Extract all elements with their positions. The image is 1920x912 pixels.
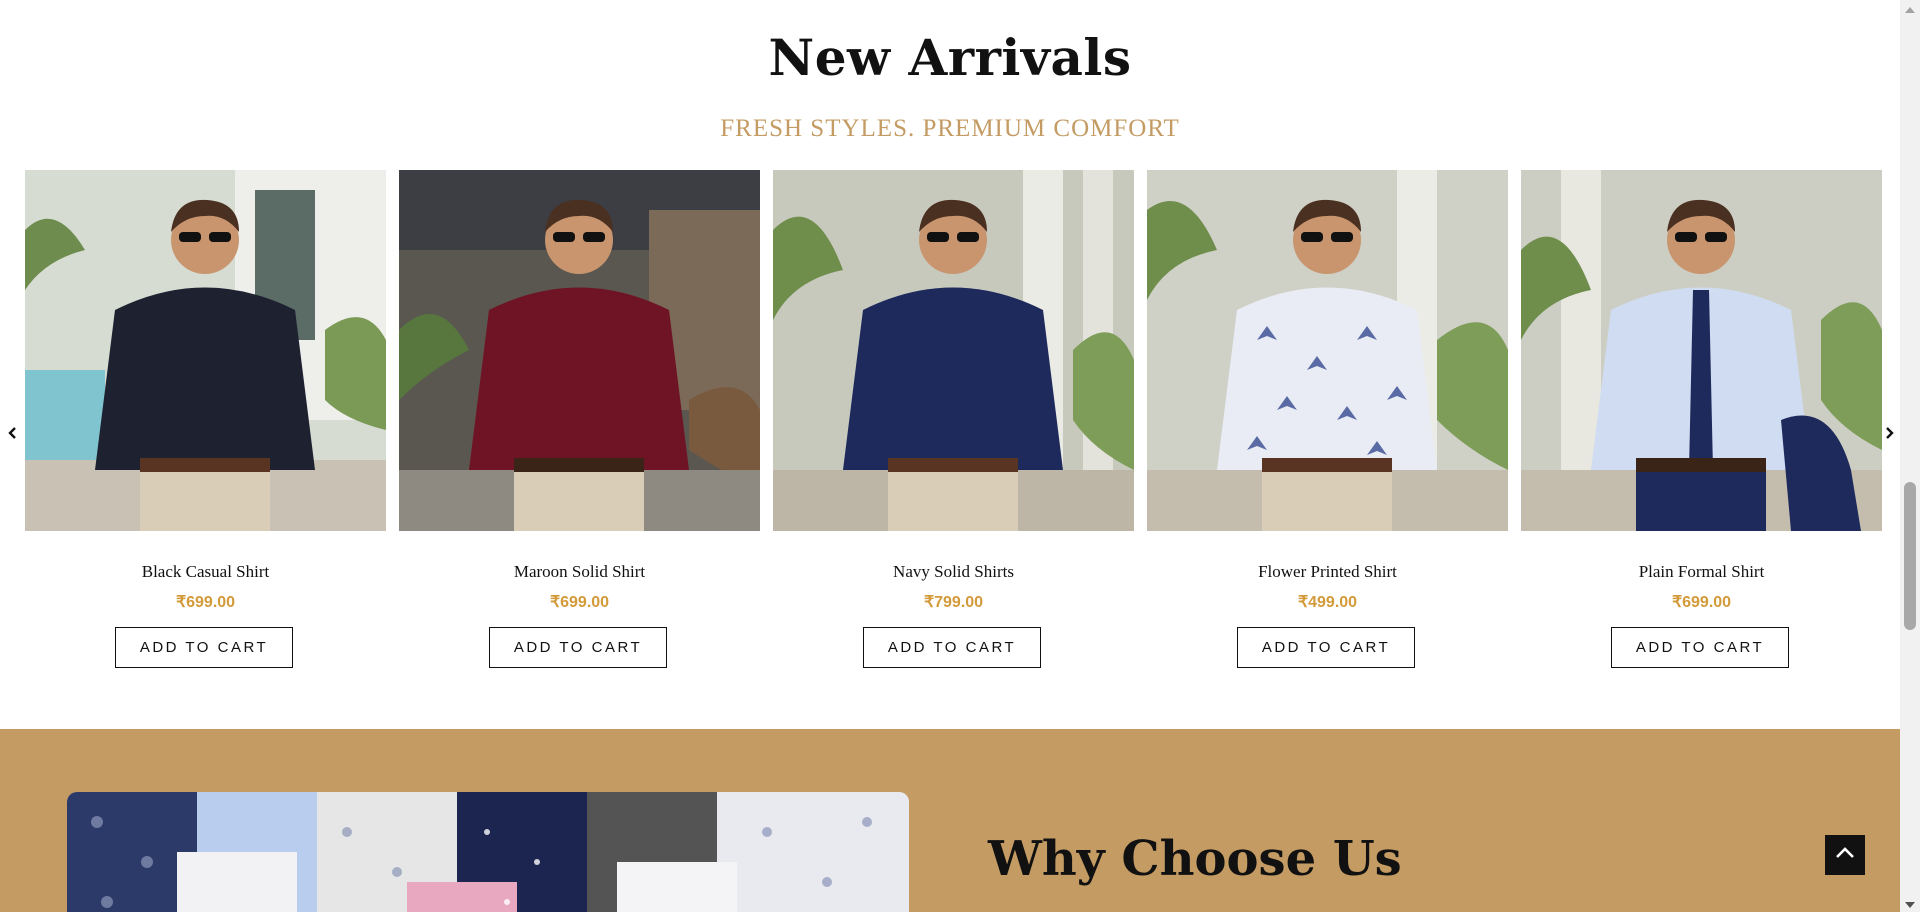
back-to-top-button[interactable] xyxy=(1825,835,1865,875)
triangle-down-icon xyxy=(1905,895,1915,912)
product-card[interactable]: Plain Formal Shirt ₹699.00 ADD TO CART xyxy=(1521,170,1882,670)
product-image[interactable] xyxy=(1147,170,1508,531)
add-to-cart-button[interactable]: ADD TO CART xyxy=(489,627,667,668)
product-card[interactable]: Navy Solid Shirts ₹799.00 ADD TO CART xyxy=(773,170,1134,670)
page-scrollbar[interactable] xyxy=(1900,0,1920,912)
product-name[interactable]: Navy Solid Shirts xyxy=(773,562,1134,582)
product-card[interactable]: Black Casual Shirt ₹699.00 ADD TO CART xyxy=(25,170,386,670)
chevron-right-icon xyxy=(1885,426,1895,444)
product-price: ₹499.00 xyxy=(1297,594,1358,611)
scroll-down-button[interactable] xyxy=(1900,895,1920,912)
add-to-cart-button[interactable]: ADD TO CART xyxy=(1611,627,1789,668)
product-card[interactable]: Flower Printed Shirt ₹499.00 ADD TO CART xyxy=(1147,170,1508,670)
chevron-up-icon xyxy=(1835,846,1855,864)
page: New Arrivals FRESH STYLES. PREMIUM COMFO… xyxy=(0,0,1900,912)
carousel-prev-button[interactable] xyxy=(2,425,22,445)
product-carousel: Black Casual Shirt ₹699.00 ADD TO CART M… xyxy=(0,170,1900,690)
product-name[interactable]: Plain Formal Shirt xyxy=(1521,562,1882,582)
add-to-cart-button[interactable]: ADD TO CART xyxy=(863,627,1041,668)
shirts-collection-image xyxy=(67,792,909,912)
why-choose-us-title: Why Choose Us xyxy=(988,831,1402,887)
add-to-cart-button[interactable]: ADD TO CART xyxy=(115,627,293,668)
product-name[interactable]: Flower Printed Shirt xyxy=(1147,562,1508,582)
new-arrivals-subtitle: FRESH STYLES. PREMIUM COMFORT xyxy=(720,115,1180,142)
product-image[interactable] xyxy=(773,170,1134,531)
chevron-left-icon xyxy=(7,426,17,444)
product-image[interactable] xyxy=(1521,170,1882,531)
add-to-cart-button[interactable]: ADD TO CART xyxy=(1237,627,1415,668)
carousel-next-button[interactable] xyxy=(1880,425,1900,445)
product-name[interactable]: Maroon Solid Shirt xyxy=(399,562,760,582)
new-arrivals-title: New Arrivals xyxy=(768,28,1132,87)
product-price: ₹699.00 xyxy=(1671,594,1732,611)
scrollbar-thumb[interactable] xyxy=(1904,482,1916,630)
product-price: ₹699.00 xyxy=(175,594,236,611)
product-card[interactable]: Maroon Solid Shirt ₹699.00 ADD TO CART xyxy=(399,170,760,670)
triangle-up-icon xyxy=(1905,0,1915,18)
product-price: ₹799.00 xyxy=(923,594,984,611)
product-name[interactable]: Black Casual Shirt xyxy=(25,562,386,582)
scroll-up-button[interactable] xyxy=(1900,0,1920,17)
why-choose-us-section: Why Choose Us xyxy=(0,729,1900,912)
product-image[interactable] xyxy=(25,170,386,531)
product-image[interactable] xyxy=(399,170,760,531)
product-price: ₹699.00 xyxy=(549,594,610,611)
